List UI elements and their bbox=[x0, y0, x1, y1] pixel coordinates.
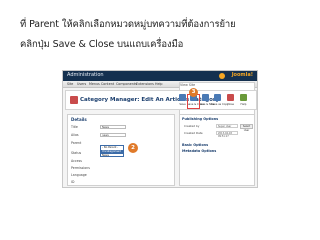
parent-option[interactable]: News bbox=[101, 154, 123, 158]
toolbar: Category Manager: Edit An Articles Categ… bbox=[65, 90, 257, 110]
help-icon bbox=[240, 94, 247, 101]
save-new-button[interactable]: Save & New bbox=[199, 93, 215, 108]
menu-item-help[interactable]: Help bbox=[155, 82, 163, 87]
instruction-line-2: คลิกปุ่ม Save & Close บนแถบเครื่องมือ bbox=[20, 39, 184, 50]
help-button-label: Help bbox=[240, 103, 247, 106]
created-date-label: Created Date bbox=[184, 131, 203, 135]
publishing-options-header[interactable]: Publishing Options bbox=[182, 117, 218, 121]
metadata-options-header[interactable]: Metadata Options bbox=[182, 149, 216, 153]
save-icon bbox=[179, 94, 186, 101]
save-new-icon bbox=[202, 94, 209, 101]
save-copy-icon bbox=[214, 94, 221, 101]
close-icon bbox=[227, 94, 234, 101]
title-label: Title bbox=[71, 125, 78, 129]
menu-item-content[interactable]: Content bbox=[101, 82, 114, 87]
admin-header-bar: Administration Joomla! bbox=[63, 71, 257, 81]
created-by-label: Created by bbox=[184, 124, 200, 128]
close-button[interactable]: Close bbox=[226, 93, 235, 108]
close-button-label: Close bbox=[226, 103, 235, 106]
help-button[interactable]: Help bbox=[239, 93, 248, 108]
joomla-logo-icon bbox=[219, 73, 225, 79]
basic-options-header[interactable]: Basic Options bbox=[182, 143, 208, 147]
parent-label: Parent bbox=[71, 141, 82, 145]
parent-select[interactable]: - No Parent - Uncategorised News bbox=[100, 145, 124, 157]
language-label: Language bbox=[71, 173, 87, 177]
category-manager-icon bbox=[70, 96, 78, 104]
created-by-field[interactable]: Super User bbox=[216, 124, 238, 128]
admin-menu-bar: Site Users Menus Content Components Exte… bbox=[63, 81, 257, 154]
title-field[interactable]: News bbox=[100, 125, 126, 129]
id-label: ID bbox=[71, 180, 75, 184]
menu-item-site[interactable]: Site bbox=[67, 82, 73, 87]
access-label: Access bbox=[71, 159, 82, 163]
save-copy-button-label: Save as Copy bbox=[211, 103, 229, 106]
details-section-title: Details bbox=[71, 117, 87, 122]
callout-step-2: 2 bbox=[128, 143, 138, 153]
menu-item-extensions[interactable]: Extensions bbox=[136, 82, 154, 87]
details-panel: Details Title News Alias news Parent - N… bbox=[67, 114, 175, 186]
alias-label: Alias bbox=[71, 133, 79, 137]
options-panel: Publishing Options Created by Super User… bbox=[179, 114, 255, 186]
select-user-button[interactable]: Select User bbox=[240, 124, 253, 132]
menu-item-components[interactable]: Components bbox=[116, 82, 137, 87]
joomla-brand: Joomla! bbox=[231, 72, 253, 78]
created-date-field[interactable]: 2013-04-18 09:51:17 bbox=[216, 131, 238, 138]
alias-field[interactable]: news bbox=[100, 133, 126, 137]
callout-step-3: 3 bbox=[189, 88, 198, 97]
joomla-screenshot: Administration Joomla! Site Users Menus … bbox=[62, 70, 258, 188]
status-label: Status bbox=[71, 151, 82, 155]
admin-title: Administration bbox=[67, 72, 104, 78]
menu-item-users[interactable]: Users bbox=[77, 82, 86, 87]
save-copy-button[interactable]: Save as Copy bbox=[211, 93, 229, 108]
save-button[interactable]: Save bbox=[178, 93, 187, 108]
tutorial-page: ที่ Parent ให้คลิกเลือกหมวดหมู่บทความที่… bbox=[0, 0, 320, 240]
permissions-label: Permissions bbox=[71, 166, 90, 170]
instruction-line-1: ที่ Parent ให้คลิกเลือกหมวดหมู่บทความที่… bbox=[20, 19, 236, 30]
menu-item-menus[interactable]: Menus bbox=[89, 82, 100, 87]
